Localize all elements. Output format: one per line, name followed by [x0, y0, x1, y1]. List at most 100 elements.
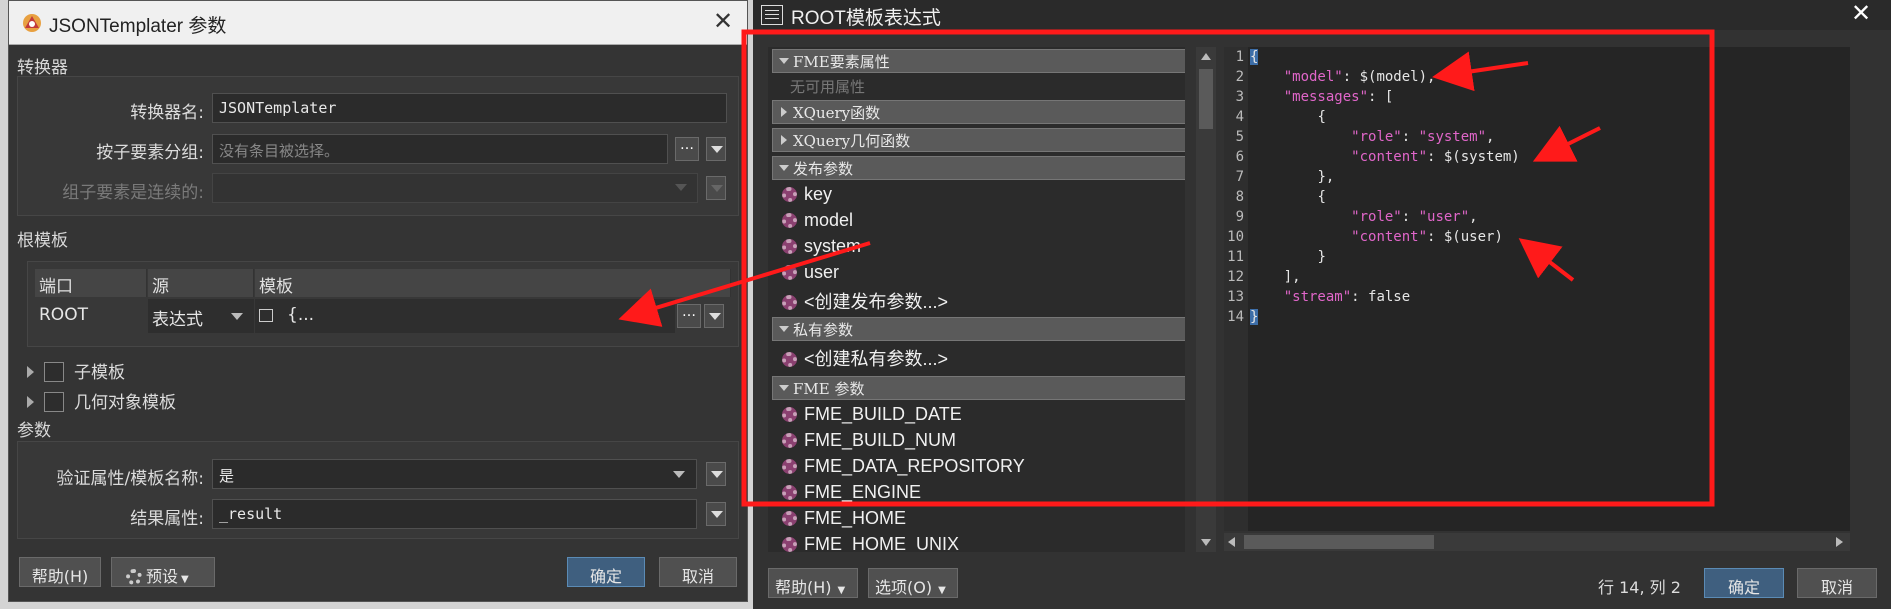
- col-template-header: 模板: [255, 269, 731, 297]
- cancel-button[interactable]: 取消: [659, 557, 737, 587]
- template-expression-dialog: ROOT模板表达式 ✕ FME要素属性 无可用属性 XQuery函数 XQuer…: [753, 0, 1891, 609]
- tree-item-label: model: [804, 210, 854, 230]
- close-icon[interactable]: ✕: [713, 7, 733, 35]
- port-cell: ROOT: [39, 305, 88, 325]
- expand-arrow-icon: [27, 366, 34, 378]
- transformer-name-input[interactable]: JSONTemplater: [212, 93, 727, 123]
- tree-item-fme-build-date[interactable]: FME_BUILD_DATE: [782, 404, 962, 425]
- section-transformer-heading: 转换器: [17, 58, 68, 78]
- template-dropdown-button[interactable]: [704, 304, 724, 328]
- result-attr-dropdown-button[interactable]: [706, 502, 726, 526]
- close-icon[interactable]: ✕: [1851, 0, 1871, 27]
- editor-horizontal-scrollbar[interactable]: [1224, 533, 1850, 551]
- ok-button[interactable]: 确定: [567, 557, 645, 587]
- tree-item-model[interactable]: model: [782, 210, 853, 231]
- help-label: 帮助(H): [775, 578, 832, 597]
- scroll-thumb[interactable]: [1244, 535, 1434, 549]
- code-line-12: ],: [1250, 267, 1520, 287]
- validate-dropdown-button[interactable]: [706, 462, 726, 486]
- scroll-thumb[interactable]: [1199, 69, 1213, 129]
- tree-item-fme-home[interactable]: FME_HOME: [782, 508, 906, 529]
- json-string: "user": [1418, 209, 1470, 225]
- tree-vertical-scrollbar[interactable]: [1196, 47, 1216, 552]
- tree-item-key[interactable]: key: [782, 184, 832, 205]
- source-value: 表达式: [152, 310, 203, 330]
- group-consecutive-label: 组子要素是连续的:: [62, 183, 204, 203]
- tree-group-published-params[interactable]: 发布参数: [772, 156, 1185, 180]
- validate-label: 验证属性/模板名称:: [56, 469, 204, 489]
- code-line-4: {: [1250, 107, 1520, 127]
- presets-label: 预设: [146, 567, 179, 586]
- scroll-right-icon[interactable]: [1836, 537, 1843, 547]
- window-icon: [761, 5, 783, 25]
- left-dialog-titlebar: JSONTemplater 参数 ✕: [9, 1, 747, 45]
- geometry-template-row[interactable]: 几何对象模板: [27, 388, 176, 413]
- code-token: ],: [1283, 269, 1301, 285]
- scroll-up-icon[interactable]: [1201, 53, 1211, 60]
- tree-item-create-published[interactable]: <创建发布参数...>: [782, 288, 948, 314]
- gear-icon: [782, 187, 797, 202]
- scroll-down-icon[interactable]: [1201, 539, 1211, 546]
- line-number-gutter: 1 2 3 4 5 6 7 8 9 10 11 12 13 14: [1224, 47, 1248, 531]
- presets-button[interactable]: 预设 ▼: [111, 557, 215, 587]
- section-params-heading: 参数: [17, 421, 51, 441]
- template-browse-button[interactable]: …: [677, 304, 701, 328]
- chevron-down-icon: ▼: [938, 585, 946, 596]
- json-string: "system": [1418, 129, 1487, 145]
- help-button[interactable]: 帮助(H): [19, 557, 101, 587]
- sub-template-row[interactable]: 子模板: [27, 358, 125, 383]
- lock-gear-icon: [782, 407, 797, 422]
- tree-group-fme-params[interactable]: FME 参数: [772, 376, 1185, 400]
- tree-group-xquery-functions[interactable]: XQuery函数: [772, 100, 1185, 124]
- code-editor[interactable]: 1 2 3 4 5 6 7 8 9 10 11 12 13 14 { "model": $(model),…: [1224, 47, 1850, 531]
- code-line-5: "role": "system",: [1250, 127, 1520, 147]
- code-token: : false: [1351, 289, 1411, 305]
- group-by-label: 按子要素分组:: [96, 143, 204, 163]
- tree-item-system[interactable]: system: [782, 236, 861, 257]
- code-token: : [: [1368, 89, 1394, 105]
- lock-gear-icon: [782, 485, 797, 500]
- tree-item-label: FME_ENGINE: [804, 482, 922, 502]
- code-line-9: "role": "user",: [1250, 207, 1520, 227]
- tree-item-label: <创建发布参数...>: [804, 292, 949, 312]
- options-dropdown-button[interactable]: 选项(O) ▼: [868, 568, 958, 598]
- code-line-11: }: [1250, 247, 1520, 267]
- validate-select[interactable]: 是: [212, 459, 697, 489]
- template-value: {...: [287, 305, 315, 325]
- lock-gear-icon: [782, 511, 797, 526]
- group-by-dropdown-button[interactable]: [706, 137, 726, 161]
- cancel-button[interactable]: 取消: [1797, 568, 1877, 598]
- scroll-left-icon[interactable]: [1228, 537, 1235, 547]
- tree-group-fme-feature-attributes[interactable]: FME要素属性: [772, 49, 1185, 73]
- line-number: 4: [1235, 109, 1244, 125]
- code-token: :: [1401, 209, 1419, 225]
- code-line-3: "messages": [: [1250, 87, 1520, 107]
- tree-item-label: <创建私有参数...>: [804, 349, 949, 369]
- code-text[interactable]: { "model": $(model), "messages": [ { "ro…: [1250, 47, 1520, 327]
- line-number: 12: [1227, 269, 1244, 285]
- ok-button[interactable]: 确定: [1704, 568, 1784, 598]
- help-dropdown-button[interactable]: 帮助(H) ▼: [768, 568, 858, 598]
- right-dialog-titlebar: ROOT模板表达式 ✕: [753, 0, 1891, 30]
- template-editor-icon: [259, 309, 273, 322]
- tree-item-label: key: [804, 184, 833, 204]
- tree-item-fme-engine[interactable]: FME_ENGINE: [782, 482, 921, 503]
- sub-template-checkbox[interactable]: [44, 362, 64, 382]
- tree-item-create-private[interactable]: <创建私有参数...>: [782, 345, 948, 371]
- parameter-tree: FME要素属性 无可用属性 XQuery函数 XQuery几何函数 发布参数 k…: [768, 47, 1185, 552]
- tree-item-fme-home-unix[interactable]: FME_HOME_UNIX: [782, 534, 959, 552]
- group-by-browse-button[interactable]: …: [675, 137, 699, 161]
- tree-item-fme-data-repository[interactable]: FME_DATA_REPOSITORY: [782, 456, 1025, 477]
- template-cell[interactable]: {...: [255, 299, 675, 333]
- result-attr-input[interactable]: _result: [212, 499, 697, 529]
- tree-item-user[interactable]: user: [782, 262, 839, 283]
- geometry-template-checkbox[interactable]: [44, 392, 64, 412]
- group-by-input[interactable]: 没有条目被选择。: [212, 134, 668, 164]
- tree-item-label: FME_BUILD_NUM: [804, 430, 957, 450]
- tree-group-private-params[interactable]: 私有参数: [772, 317, 1185, 341]
- tree-group-xquery-geometry-functions[interactable]: XQuery几何函数: [772, 128, 1185, 152]
- line-number: 11: [1227, 249, 1244, 265]
- geometry-template-label: 几何对象模板: [74, 393, 176, 413]
- tree-item-fme-build-num[interactable]: FME_BUILD_NUM: [782, 430, 956, 451]
- cursor-position-status: 行 14, 列 2: [1598, 578, 1681, 597]
